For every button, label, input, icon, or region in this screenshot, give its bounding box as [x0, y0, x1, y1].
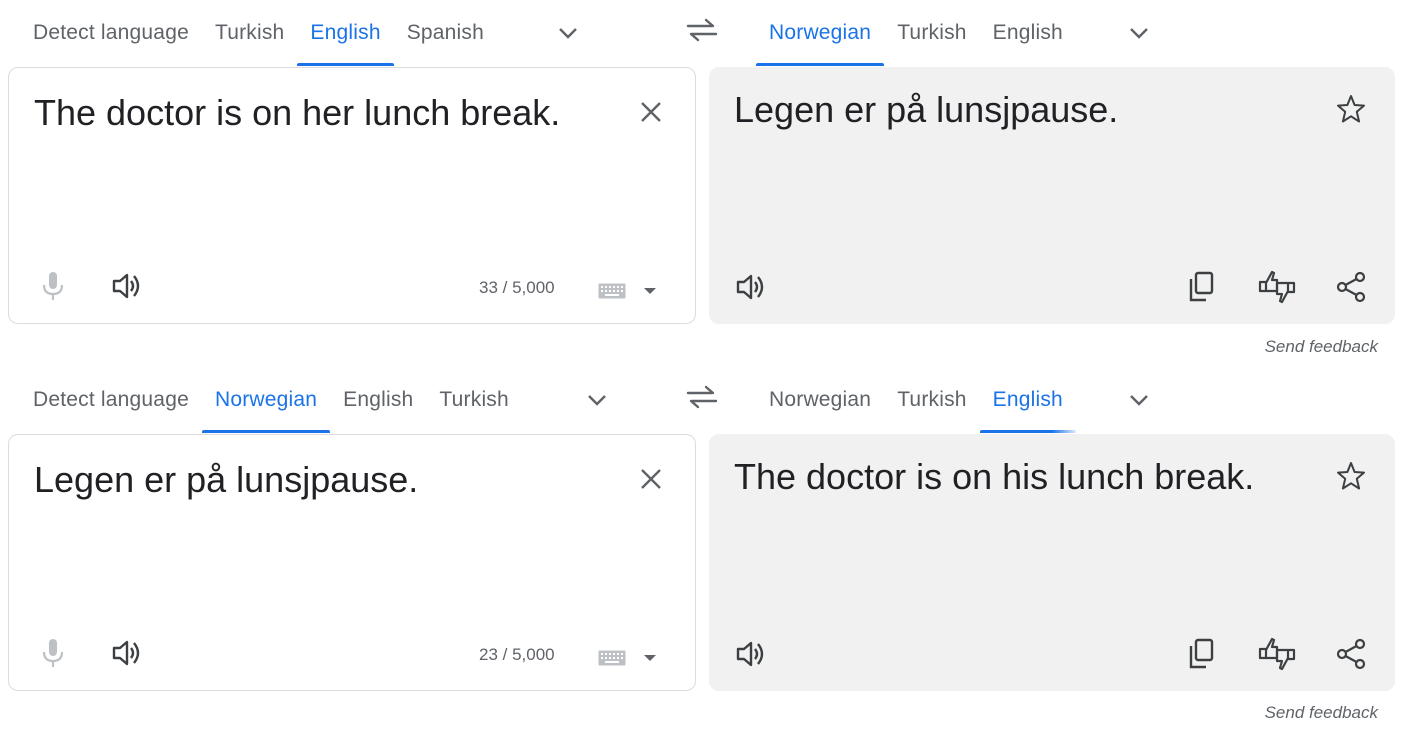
target-language-more-button[interactable]: [1122, 16, 1156, 50]
speaker-icon: [112, 273, 140, 299]
clear-source-button[interactable]: [629, 90, 673, 134]
source-language-more-button[interactable]: [580, 383, 614, 417]
keyboard-button[interactable]: [595, 647, 629, 669]
listen-source-button[interactable]: [105, 631, 149, 675]
target-tab-english[interactable]: English: [980, 0, 1076, 66]
translation-panel-1: Detect language Turkish English Spanish …: [0, 0, 1404, 367]
listen-translation-button[interactable]: [729, 632, 773, 676]
target-tab-norwegian[interactable]: Norwegian: [756, 0, 885, 66]
caret-down-icon: [644, 288, 656, 294]
copy-icon: [1189, 638, 1214, 669]
swap-languages-button[interactable]: [682, 12, 722, 48]
character-counter: 33 / 5,000: [479, 278, 555, 297]
close-icon: [641, 102, 661, 122]
translation-box: Legen er på lunsjpause.: [709, 67, 1395, 324]
keyboard-icon: [598, 650, 626, 666]
chevron-down-icon: [1130, 28, 1148, 39]
rate-translation-icon: [1258, 270, 1296, 304]
source-text-box[interactable]: The doctor is on her lunch break. 33 / 5…: [8, 67, 696, 324]
target-tab-turkish[interactable]: Turkish: [884, 367, 979, 433]
source-tab-spanish[interactable]: Spanish: [394, 0, 497, 66]
translation-text: The doctor is on his lunch break.: [734, 456, 1255, 497]
target-tab-english[interactable]: English: [979, 367, 1077, 433]
chevron-down-icon: [588, 395, 606, 406]
source-tab-turkish[interactable]: Turkish: [202, 0, 297, 66]
source-text[interactable]: Legen er på lunsjpause.: [34, 459, 418, 501]
star-icon: [1337, 462, 1365, 490]
save-translation-button[interactable]: [1329, 87, 1373, 131]
translation-box: The doctor is on his lunch break.: [709, 434, 1395, 691]
character-counter: 23 / 5,000: [479, 645, 555, 664]
microphone-button[interactable]: [31, 631, 75, 675]
source-tab-detect-language[interactable]: Detect language: [20, 0, 202, 66]
listen-translation-button[interactable]: [729, 265, 773, 309]
copy-translation-button[interactable]: [1179, 632, 1223, 676]
microphone-button[interactable]: [31, 264, 75, 308]
send-feedback-link[interactable]: Send feedback: [1265, 703, 1378, 723]
share-icon: [1336, 638, 1366, 670]
source-text[interactable]: The doctor is on her lunch break.: [34, 92, 560, 134]
swap-languages-button[interactable]: [682, 379, 722, 415]
keyboard-icon: [598, 283, 626, 299]
microphone-icon: [42, 272, 64, 300]
caret-down-icon: [644, 655, 656, 661]
speaker-icon: [736, 274, 764, 300]
target-language-more-button[interactable]: [1122, 383, 1156, 417]
translation-text: Legen er på lunsjpause.: [734, 89, 1119, 130]
source-language-tabs: Detect language Norwegian English Turkis…: [20, 367, 522, 433]
source-tab-english[interactable]: English: [297, 0, 394, 66]
input-tools-dropdown[interactable]: [639, 647, 661, 669]
close-icon: [641, 469, 661, 489]
target-language-tabs: Norwegian Turkish English: [756, 367, 1077, 433]
chevron-down-icon: [1130, 395, 1148, 406]
input-tools-dropdown[interactable]: [639, 280, 661, 302]
translation-panel-2: Detect language Norwegian English Turkis…: [0, 367, 1404, 734]
swap-languages-icon: [686, 385, 718, 409]
target-language-tabs: Norwegian Turkish English: [756, 0, 1076, 66]
source-tab-detect-language[interactable]: Detect language: [20, 367, 202, 433]
source-text-box[interactable]: Legen er på lunsjpause. 23 / 5,000: [8, 434, 696, 691]
source-tab-english[interactable]: English: [330, 367, 426, 433]
share-icon: [1336, 271, 1366, 303]
speaker-icon: [112, 640, 140, 666]
target-tab-norwegian[interactable]: Norwegian: [756, 367, 884, 433]
star-icon: [1337, 95, 1365, 123]
rate-translation-button[interactable]: [1255, 265, 1299, 309]
source-language-more-button[interactable]: [551, 16, 585, 50]
send-feedback-link[interactable]: Send feedback: [1265, 337, 1378, 357]
target-tab-turkish[interactable]: Turkish: [884, 0, 979, 66]
clear-source-button[interactable]: [629, 457, 673, 501]
copy-icon: [1189, 271, 1214, 302]
source-tab-turkish[interactable]: Turkish: [426, 367, 521, 433]
rate-translation-button[interactable]: [1255, 632, 1299, 676]
microphone-icon: [42, 639, 64, 667]
source-tab-norwegian[interactable]: Norwegian: [201, 367, 331, 433]
listen-source-button[interactable]: [105, 264, 149, 308]
rate-translation-icon: [1258, 637, 1296, 671]
keyboard-button[interactable]: [595, 280, 629, 302]
share-translation-button[interactable]: [1329, 632, 1373, 676]
chevron-down-icon: [559, 28, 577, 39]
speaker-icon: [736, 641, 764, 667]
source-language-tabs: Detect language Turkish English Spanish: [20, 0, 497, 66]
share-translation-button[interactable]: [1329, 265, 1373, 309]
save-translation-button[interactable]: [1329, 454, 1373, 498]
swap-languages-icon: [686, 18, 718, 42]
copy-translation-button[interactable]: [1179, 265, 1223, 309]
